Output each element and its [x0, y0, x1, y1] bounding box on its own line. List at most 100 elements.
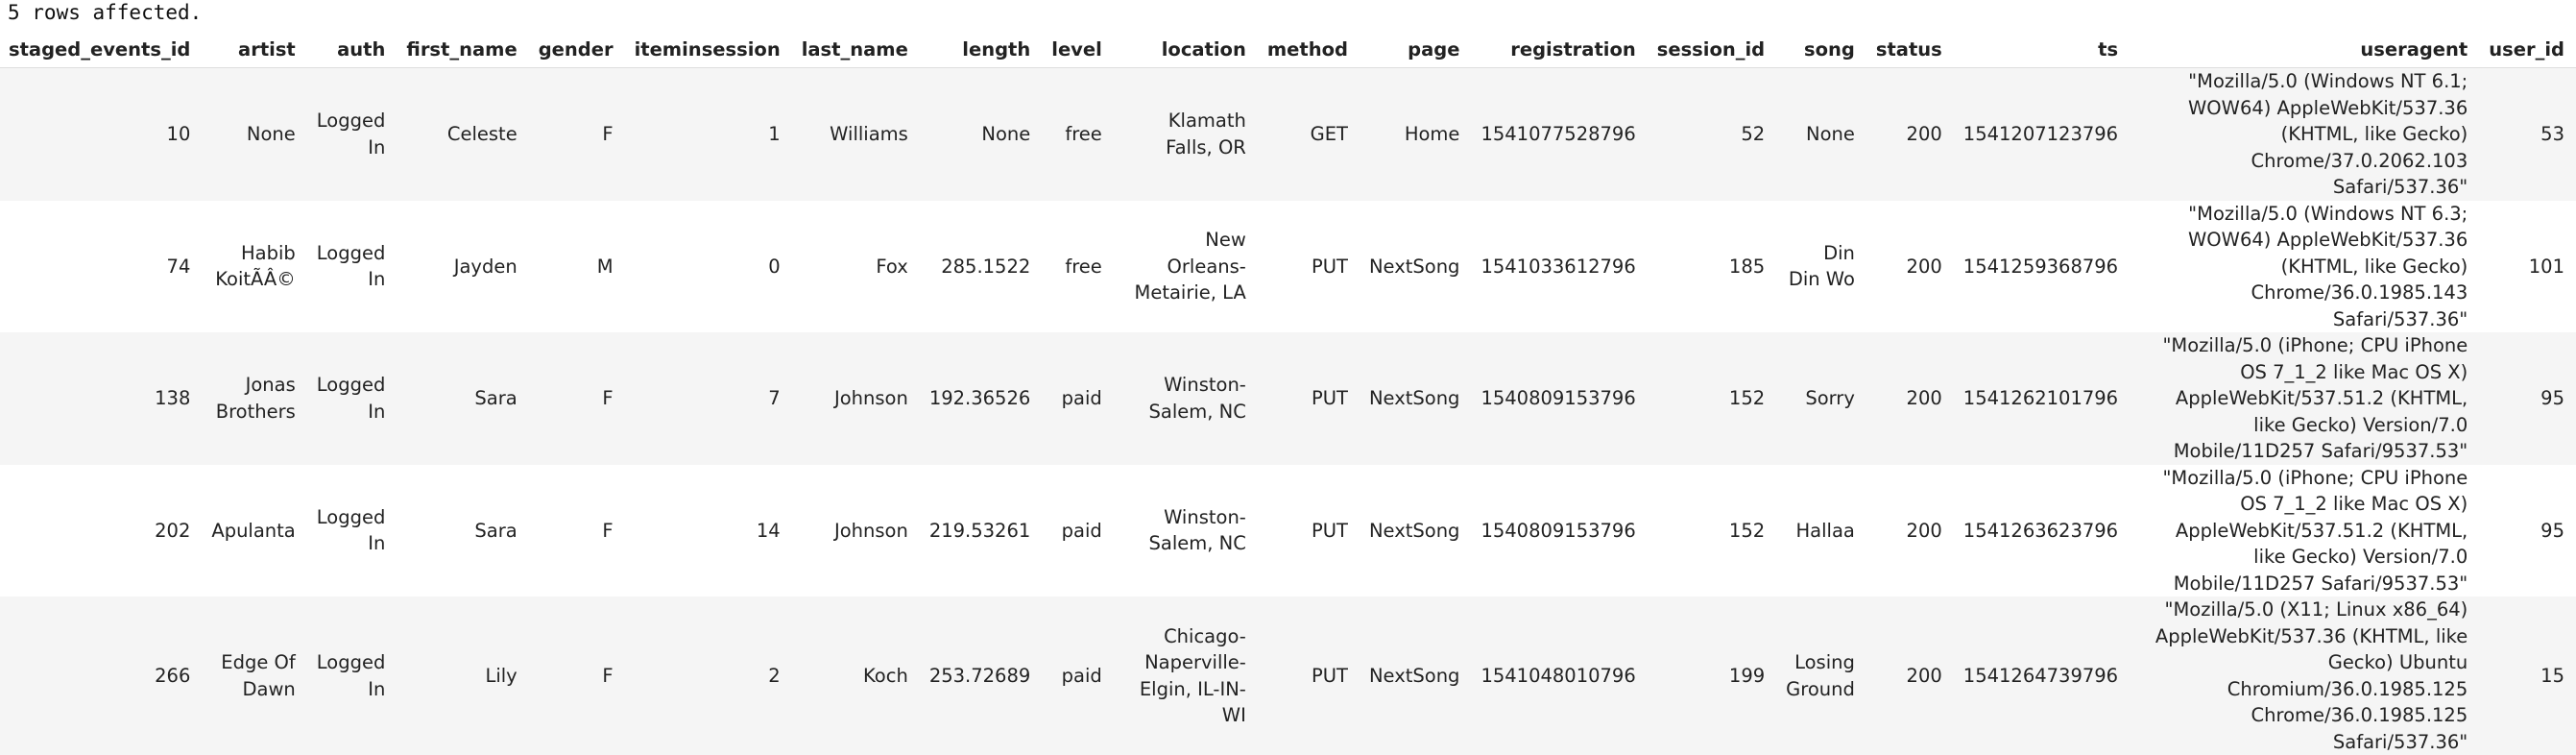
- cell-page: NextSong: [1368, 519, 1460, 542]
- col-registration: registration: [1471, 31, 1648, 68]
- col-staged-events-id: staged_events_id: [0, 31, 203, 68]
- cell-method: PUT: [1312, 387, 1348, 409]
- cell-length: 192.36526: [928, 387, 1031, 409]
- rows-affected-message: 5 rows affected.: [8, 1, 203, 24]
- cell-artist: Edge Of Dawn: [221, 651, 296, 700]
- cell-page: NextSong: [1368, 664, 1460, 687]
- table-row: 10 None Logged In Celeste F 1 Williams N…: [0, 67, 2576, 201]
- cell-useragent: "Mozilla/5.0 (iPhone; CPU iPhone OS 7_1_…: [2162, 334, 2468, 462]
- col-iteminsession: iteminsession: [624, 31, 792, 68]
- cell-first-name: Celeste: [446, 123, 518, 145]
- cell-ts: 1541207123796: [1962, 123, 2119, 145]
- cell-song: Sorry: [1805, 387, 1855, 409]
- cell-useragent: "Mozilla/5.0 (Windows NT 6.1; WOW64) App…: [2188, 70, 2468, 198]
- col-level: level: [1042, 31, 1114, 68]
- cell-status: 200: [1906, 123, 1942, 145]
- cell-location: Winston-Salem, NC: [1148, 505, 1246, 555]
- cell-iteminsession: 2: [768, 664, 781, 687]
- cell-length: 219.53261: [928, 519, 1031, 542]
- col-useragent: useragent: [2130, 31, 2480, 68]
- cell-status: 200: [1906, 255, 1942, 278]
- col-page: page: [1359, 31, 1472, 68]
- cell-auth: Logged In: [316, 651, 386, 700]
- col-gender: gender: [528, 31, 625, 68]
- cell-session-id: 185: [1728, 255, 1766, 278]
- cell-auth: Logged In: [316, 110, 386, 158]
- cell-auth: Logged In: [316, 241, 386, 291]
- cell-user-id: 15: [2540, 664, 2564, 687]
- cell-auth: Logged In: [316, 505, 386, 555]
- cell-ts: 1541264739796: [1962, 664, 2119, 687]
- col-method: method: [1257, 31, 1360, 68]
- table-row: 266 Edge Of Dawn Logged In Lily F 2 Koch…: [0, 597, 2576, 755]
- cell-user-id: 95: [2540, 387, 2564, 409]
- cell-song: Hallaa: [1795, 519, 1855, 542]
- cell-user-id: 53: [2540, 123, 2564, 145]
- cell-artist: Habib KoitÃÂ©: [215, 241, 296, 291]
- cell-last-name: Koch: [862, 664, 908, 687]
- cell-gender: F: [602, 519, 614, 542]
- cell-first-name: Jayden: [453, 255, 518, 278]
- col-user-id: user_id: [2479, 31, 2576, 68]
- cell-useragent: "Mozilla/5.0 (Windows NT 6.3; WOW64) App…: [2188, 202, 2468, 330]
- cell-session-id: 152: [1728, 519, 1766, 542]
- cell-level: free: [1065, 255, 1102, 278]
- cell-status: 200: [1906, 519, 1942, 542]
- col-artist: artist: [202, 31, 307, 68]
- cell-useragent: "Mozilla/5.0 (X11; Linux x86_64) AppleWe…: [2155, 598, 2468, 753]
- cell-song: Din Din Wo: [1788, 241, 1855, 291]
- col-location: location: [1113, 31, 1258, 68]
- col-last-name: last_name: [791, 31, 920, 68]
- col-first-name: first_name: [397, 31, 529, 68]
- cell-user-id: 101: [2528, 255, 2564, 278]
- cell-gender: F: [602, 387, 614, 409]
- cell-iteminsession: 0: [768, 255, 781, 278]
- cell-first-name: Lily: [485, 664, 518, 687]
- cell-staged-events-id: 74: [166, 255, 191, 278]
- cell-status: 200: [1906, 664, 1942, 687]
- col-song: song: [1776, 31, 1866, 68]
- cell-page: NextSong: [1368, 387, 1460, 409]
- cell-staged-events-id: 266: [155, 664, 191, 687]
- cell-session-id: 199: [1728, 664, 1766, 687]
- cell-location: New Orleans-Metairie, LA: [1134, 229, 1246, 304]
- cell-iteminsession: 1: [768, 123, 781, 145]
- cell-staged-events-id: 138: [155, 387, 191, 409]
- cell-level: free: [1065, 123, 1102, 145]
- cell-location: Klamath Falls, OR: [1166, 110, 1246, 158]
- cell-status: 200: [1906, 387, 1942, 409]
- cell-ts: 1541259368796: [1962, 255, 2119, 278]
- cell-artist: Jonas Brothers: [215, 374, 296, 423]
- cell-last-name: Johnson: [833, 387, 908, 409]
- cell-iteminsession: 14: [756, 519, 781, 542]
- cell-page: Home: [1404, 123, 1460, 145]
- cell-page: NextSong: [1368, 255, 1460, 278]
- cell-method: PUT: [1312, 519, 1348, 542]
- cell-gender: M: [596, 255, 614, 278]
- cell-song: Losing Ground: [1786, 651, 1855, 700]
- cell-last-name: Williams: [830, 123, 908, 145]
- cell-first-name: Sara: [474, 387, 518, 409]
- col-ts: ts: [1953, 31, 2131, 68]
- cell-ts: 1541262101796: [1962, 387, 2119, 409]
- cell-song: None: [1806, 123, 1855, 145]
- cell-last-name: Fox: [876, 255, 908, 278]
- results-table: staged_events_id artist auth first_name …: [0, 31, 2576, 755]
- cell-method: GET: [1310, 123, 1348, 145]
- table-row: 74 Habib KoitÃÂ© Logged In Jayden M 0 Fo…: [0, 200, 2576, 332]
- cell-staged-events-id: 202: [155, 519, 191, 542]
- cell-staged-events-id: 10: [166, 123, 191, 145]
- cell-registration: 1541077528796: [1481, 123, 1636, 145]
- cell-artist: None: [246, 123, 296, 145]
- cell-level: paid: [1061, 664, 1102, 687]
- cell-session-id: 152: [1728, 387, 1766, 409]
- cell-method: PUT: [1312, 255, 1348, 278]
- cell-length: None: [981, 123, 1031, 145]
- cell-first-name: Sara: [474, 519, 518, 542]
- cell-auth: Logged In: [316, 374, 386, 423]
- cell-location: Chicago-Naperville-Elgin, IL-IN-WI: [1139, 624, 1246, 727]
- cell-level: paid: [1061, 387, 1102, 409]
- table-row: 202 Apulanta Logged In Sara F 14 Johnson…: [0, 464, 2576, 597]
- cell-registration: 1541048010796: [1481, 664, 1636, 687]
- cell-location: Winston-Salem, NC: [1148, 374, 1246, 423]
